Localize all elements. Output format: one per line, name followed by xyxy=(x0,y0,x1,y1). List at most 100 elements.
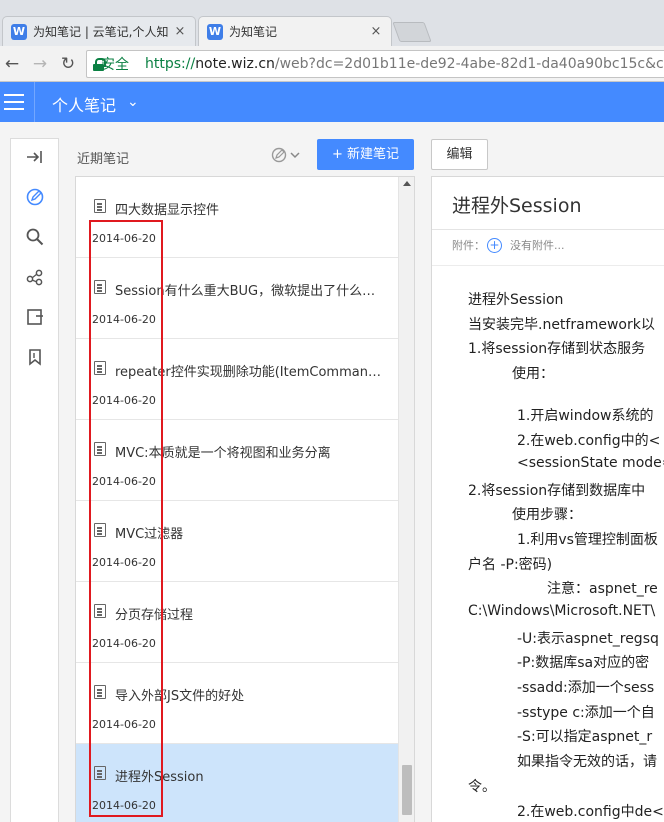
note-icon xyxy=(94,604,106,618)
note-list-item-selected[interactable]: 进程外Session 2014-06-20 xyxy=(76,744,398,822)
wiz-favicon-icon: W xyxy=(207,23,223,40)
note-list-scrollbar[interactable] xyxy=(398,177,414,822)
reload-icon[interactable]: ↻ xyxy=(58,54,78,74)
divider xyxy=(432,265,664,266)
back-arrow-icon[interactable]: ← xyxy=(2,54,22,74)
main-area: 近期笔记 + 新建笔记 四大数据显示控件 2014-06-20 Session有… xyxy=(0,122,664,822)
note-title: Session有什么重大BUG，微软提出了什么解决方案 xyxy=(115,284,385,299)
note-title: MVC过滤器 xyxy=(115,527,184,542)
note-title: 导入外部JS文件的好处 xyxy=(115,689,245,704)
note-body-line: 令。 xyxy=(468,779,496,795)
note-list-item[interactable]: repeater控件实现删除功能(ItemCommand事件) 2014-06-… xyxy=(76,339,398,420)
divider xyxy=(34,82,35,122)
note-body-line: 2.在web.config中的< xyxy=(517,433,661,449)
note-date: 2014-06-20 xyxy=(92,637,156,650)
note-body-line: -sstype c:添加一个自 xyxy=(517,705,655,721)
note-icon xyxy=(94,280,106,294)
note-title: 分页存储过程 xyxy=(115,608,194,623)
tab-title: 为知笔记 xyxy=(229,25,278,39)
note-body-line: 户名 -P:密码) xyxy=(468,557,553,573)
menu-icon[interactable] xyxy=(4,94,24,110)
notebook-title[interactable]: 个人笔记 xyxy=(52,92,116,116)
note-list-item[interactable]: MVC:本质就是一个将视图和业务分离 2014-06-20 xyxy=(76,420,398,501)
note-icon xyxy=(94,199,106,213)
note-title: 四大数据显示控件 xyxy=(115,203,220,218)
note-date: 2014-06-20 xyxy=(92,232,156,245)
note-body-line: C:\Windows\Microsoft.NET\ xyxy=(468,603,656,619)
recent-notes-icon[interactable] xyxy=(23,185,47,209)
note-body-line: -ssadd:添加一个sess xyxy=(517,680,655,696)
note-body-line: 1.开启window系统的 xyxy=(517,408,654,424)
note-body-line: 2.将session存储到数据库中 xyxy=(468,483,646,499)
note-list-item[interactable]: 导入外部JS文件的好处 2014-06-20 xyxy=(76,663,398,744)
url-scheme: https:// xyxy=(145,56,196,72)
note-icon xyxy=(94,766,106,780)
note-body-line: 2.在web.config中de< xyxy=(517,804,664,820)
note-body-line: 注意：aspnet_re xyxy=(547,581,658,597)
note-date: 2014-06-20 xyxy=(92,799,156,812)
add-attachment-icon[interactable]: + xyxy=(487,237,502,253)
tab-title: 为知笔记 | 云笔记,个人知 xyxy=(33,25,169,39)
note-list-item[interactable]: MVC过滤器 2014-06-20 xyxy=(76,501,398,582)
note-date: 2014-06-20 xyxy=(92,556,156,569)
search-icon[interactable] xyxy=(23,225,47,249)
share-icon[interactable] xyxy=(23,265,47,289)
note-date: 2014-06-20 xyxy=(92,313,156,326)
divider xyxy=(432,229,664,230)
browser-toolbar: ← → ↻ 安全 https:// note.wiz.cn /web?dc=2d… xyxy=(0,46,664,82)
note-list-item[interactable]: 分页存储过程 2014-06-20 xyxy=(76,582,398,663)
new-tab-button[interactable] xyxy=(392,22,432,42)
note-icon xyxy=(94,361,106,375)
browser-tab-strip: W 为知笔记 | 云笔记,个人知 × W 为知笔记 × xyxy=(0,0,664,46)
list-title: 近期笔记 xyxy=(77,152,130,167)
new-note-button[interactable]: + 新建笔记 xyxy=(317,139,414,170)
sort-options-icon[interactable] xyxy=(270,146,304,164)
note-body-line: -U:表示aspnet_regsq xyxy=(517,631,659,647)
browser-tab-wiz-home[interactable]: W 为知笔记 | 云笔记,个人知 × xyxy=(2,16,196,46)
note-date: 2014-06-20 xyxy=(92,394,156,407)
chevron-down-icon[interactable]: ⌄ xyxy=(127,94,139,110)
note-body-line: 1.将session存储到状态服务 xyxy=(468,341,646,357)
note-list-item[interactable]: Session有什么重大BUG，微软提出了什么解决方案 2014-06-20 xyxy=(76,258,398,339)
tab-close-icon[interactable]: × xyxy=(369,24,383,39)
note-list-item[interactable]: 四大数据显示控件 2014-06-20 xyxy=(76,177,398,258)
wiz-favicon-icon: W xyxy=(11,23,27,40)
note-body-line: 使用步骤： xyxy=(512,507,582,523)
note-body-line: 如果指令无效的话，请 xyxy=(517,754,657,770)
bookmark-icon[interactable] xyxy=(23,345,47,369)
note-title: repeater控件实现删除功能(ItemCommand事件) xyxy=(115,365,385,380)
attachment-row: 附件： + 没有附件... xyxy=(452,237,565,253)
note-icon xyxy=(94,685,106,699)
url-host: note.wiz.cn xyxy=(195,56,275,72)
note-icon xyxy=(94,442,106,456)
no-attachment-text: 没有附件... xyxy=(510,239,565,252)
attachment-label: 附件： xyxy=(452,239,485,252)
note-body-line: <sessionState mode= xyxy=(517,455,664,471)
edit-button[interactable]: 编辑 xyxy=(431,139,488,170)
note-body-line: 1.利用vs管理控制面板 xyxy=(517,532,658,548)
notebook-icon[interactable] xyxy=(23,305,47,329)
note-body-line: 使用： xyxy=(512,366,554,382)
note-title: MVC:本质就是一个将视图和业务分离 xyxy=(115,446,331,461)
note-heading: 进程外Session xyxy=(452,195,582,217)
note-body-line: 当安装完毕.netframework以 xyxy=(468,317,655,333)
app-header: 个人笔记 ⌄ xyxy=(0,82,664,122)
browser-tab-wiz-notes[interactable]: W 为知笔记 × xyxy=(198,16,392,46)
note-title: 进程外Session xyxy=(115,770,204,785)
note-icon xyxy=(94,523,106,537)
forward-arrow-icon[interactable]: → xyxy=(30,54,50,74)
note-list: 四大数据显示控件 2014-06-20 Session有什么重大BUG，微软提出… xyxy=(75,176,415,822)
note-date: 2014-06-20 xyxy=(92,718,156,731)
note-body-line: 进程外Session xyxy=(468,292,564,308)
scrollbar-thumb[interactable] xyxy=(402,765,412,815)
note-body-line: -P:数据库sa对应的密 xyxy=(517,655,650,671)
tab-close-icon[interactable]: × xyxy=(173,24,187,39)
note-viewer: 进程外Session 附件： + 没有附件... 进程外Session 当安装完… xyxy=(431,176,664,822)
note-body-line: -S:可以指定aspnet_r xyxy=(517,729,653,745)
address-bar-input[interactable]: 安全 https:// note.wiz.cn /web?dc=2d01b11e… xyxy=(86,50,664,78)
url-path: /web?dc=2d01b11e-de92-4abe-82d1-da40a90b… xyxy=(274,56,664,72)
scroll-up-icon[interactable] xyxy=(403,181,411,186)
collapse-sidebar-icon[interactable] xyxy=(23,145,47,169)
sidebar-rail xyxy=(10,138,59,822)
note-date: 2014-06-20 xyxy=(92,475,156,488)
